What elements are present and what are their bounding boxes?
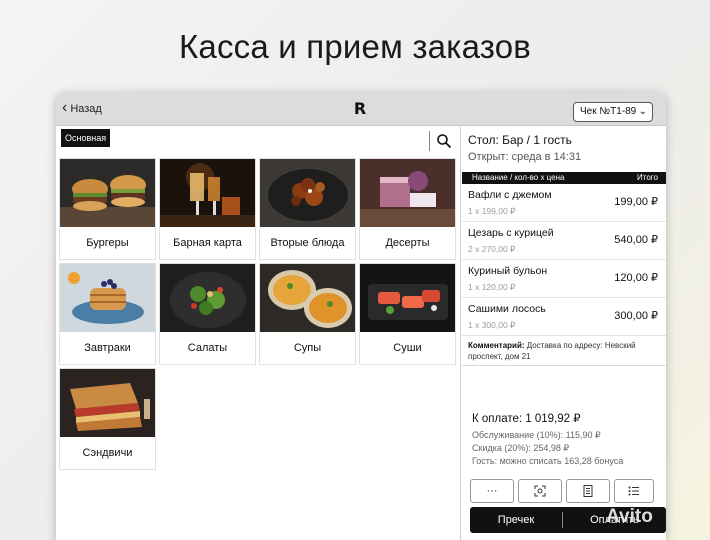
order-item-sum: 540,00 ₽ xyxy=(614,234,658,246)
menu-tile-label: Барная карта xyxy=(173,237,242,249)
bonus-info: Гость: можно списать 163,28 бонуса xyxy=(472,456,624,466)
menu-tile-main-dishes[interactable]: Вторые блюда xyxy=(259,158,356,260)
check-selector[interactable]: Чек №Т1-89 ⌄ xyxy=(573,102,653,122)
order-item-name: Сашими лосось xyxy=(468,303,546,315)
menu-tile-label: Салаты xyxy=(187,342,228,354)
order-item[interactable]: Сашими лосось 1 x 300,00 ₽ 300,00 ₽ xyxy=(462,298,666,336)
column-name-qty-price: Название / кол-во x цена xyxy=(472,173,565,182)
order-item-qty: 1 x 199,00 ₽ xyxy=(468,206,516,216)
comment-label: Комментарий: xyxy=(468,341,525,350)
menu-tile-label: Бургеры xyxy=(86,237,129,249)
receipt-button[interactable] xyxy=(566,479,610,503)
chevron-left-icon: ‹ xyxy=(62,99,68,116)
more-icon: ··· xyxy=(486,485,498,497)
order-item-name: Вафли с джемом xyxy=(468,189,552,201)
menu-tile-label: Вторые блюда xyxy=(270,237,345,249)
menu-tile-label: Сэндвичи xyxy=(82,447,133,459)
menu-tile-soups[interactable]: Супы xyxy=(259,263,356,365)
slide-title: Касса и прием заказов xyxy=(178,28,532,65)
table-info: Стол: Бар / 1 гость xyxy=(468,133,572,147)
burgers-photo xyxy=(60,159,155,227)
menu-tile-sushi[interactable]: Суши xyxy=(359,263,456,365)
app-logo: R xyxy=(353,99,367,118)
sushi-photo xyxy=(360,264,455,332)
order-item[interactable]: Вафли с джемом 1 x 199,00 ₽ 199,00 ₽ xyxy=(462,184,666,222)
amount-to-pay: К оплате: 1 019,92 ₽ xyxy=(472,413,581,425)
check-number: Чек №Т1-89 xyxy=(580,106,637,117)
order-item-name: Цезарь с курицей xyxy=(468,227,554,239)
soup-photo xyxy=(260,264,355,332)
salad-photo xyxy=(160,264,255,332)
menu-tile-breakfasts[interactable]: Завтраки xyxy=(59,263,156,365)
order-item[interactable]: Цезарь с курицей 2 x 270,00 ₽ 540,00 ₽ xyxy=(462,222,666,260)
precheck-button[interactable]: Пречек xyxy=(470,507,562,533)
menu-tile-sandwiches[interactable]: Сэндвичи xyxy=(59,368,156,470)
menu-tile-label: Десерты xyxy=(385,237,430,249)
search-icon[interactable] xyxy=(436,133,452,149)
menu-panel: Основная Бургеры Барная карта Вторые блю… xyxy=(56,127,461,540)
scan-icon xyxy=(534,485,546,497)
order-item-qty: 2 x 270,00 ₽ xyxy=(468,244,516,254)
menu-tile-label: Суши xyxy=(393,342,422,354)
pos-tablet-screen: ‹ Назад R Чек №Т1-89 ⌄ Основная Бургеры … xyxy=(56,92,666,540)
list-button[interactable] xyxy=(614,479,654,503)
bar-drinks-photo xyxy=(160,159,255,227)
avito-watermark: Avito xyxy=(606,506,653,527)
list-icon xyxy=(628,486,639,496)
desserts-photo xyxy=(360,159,455,227)
category-tab-main[interactable]: Основная xyxy=(61,129,111,147)
order-totals: К оплате: 1 019,92 ₽ Обслуживание (10%):… xyxy=(472,411,623,468)
top-bar: ‹ Назад R Чек №Т1-89 ⌄ xyxy=(56,92,666,126)
order-item-sum: 199,00 ₽ xyxy=(614,196,658,208)
order-comment: Комментарий: Доставка по адресу: Невский… xyxy=(462,336,666,366)
menu-tile-burgers[interactable]: Бургеры xyxy=(59,158,156,260)
menu-tile-label: Завтраки xyxy=(84,342,131,354)
menu-tile-desserts[interactable]: Десерты xyxy=(359,158,456,260)
scan-button[interactable] xyxy=(518,479,562,503)
main-dish-photo xyxy=(260,159,355,227)
divider xyxy=(429,131,430,151)
order-actions: ··· xyxy=(470,479,654,503)
order-panel: Стол: Бар / 1 гость Открыт: среда в 14:3… xyxy=(462,127,666,540)
opened-time: Открыт: среда в 14:31 xyxy=(468,151,582,163)
discount: Скидка (20%): 254,98 ₽ xyxy=(472,443,570,453)
pancakes-photo xyxy=(60,264,155,332)
order-item-qty: 1 x 300,00 ₽ xyxy=(468,320,516,330)
order-columns-header: Название / кол-во x цена Итого xyxy=(462,172,666,184)
service-charge: Обслуживание (10%): 115,90 ₽ xyxy=(472,430,601,440)
menu-tile-bar[interactable]: Барная карта xyxy=(159,158,256,260)
receipt-icon xyxy=(583,485,593,497)
column-total: Итого xyxy=(637,173,658,182)
order-item-sum: 300,00 ₽ xyxy=(614,310,658,322)
back-button[interactable]: ‹ Назад xyxy=(62,100,102,118)
chevron-down-icon: ⌄ xyxy=(638,106,647,117)
more-button[interactable]: ··· xyxy=(470,479,514,503)
sandwich-photo xyxy=(60,369,155,437)
order-item[interactable]: Куриный бульон 1 x 120,00 ₽ 120,00 ₽ xyxy=(462,260,666,298)
order-item-qty: 1 x 120,00 ₽ xyxy=(468,282,516,292)
order-item-sum: 120,00 ₽ xyxy=(614,272,658,284)
menu-tile-salads[interactable]: Салаты xyxy=(159,263,256,365)
back-label: Назад xyxy=(70,103,102,115)
order-item-name: Куриный бульон xyxy=(468,265,548,277)
menu-tile-label: Супы xyxy=(293,342,322,354)
